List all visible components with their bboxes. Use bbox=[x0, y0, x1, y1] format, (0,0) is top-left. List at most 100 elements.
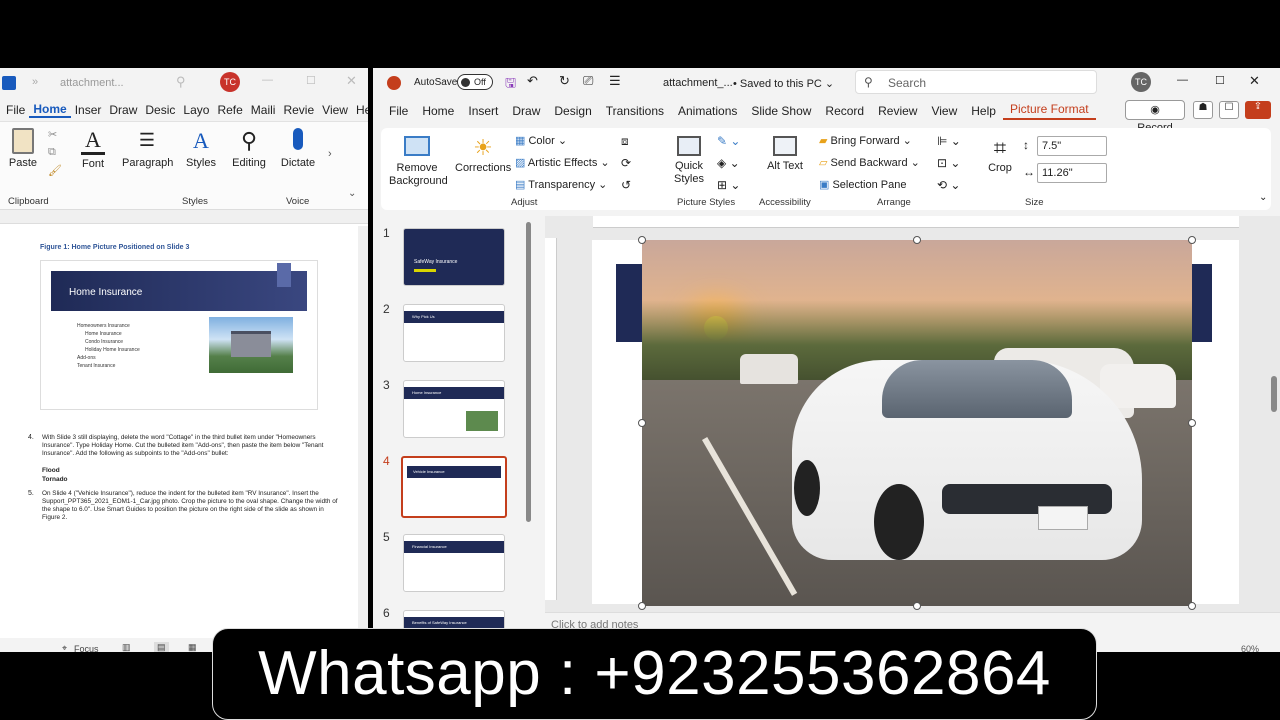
word-scrollbar[interactable] bbox=[358, 226, 368, 636]
alt-text-button[interactable]: Alt Text bbox=[765, 136, 805, 173]
word-close-icon[interactable]: ✕ bbox=[346, 73, 357, 89]
slide-thumbnail-4[interactable]: Vehicle Insurance bbox=[401, 456, 507, 518]
word-maximize-icon[interactable]: ☐ bbox=[306, 74, 316, 87]
print-layout-icon[interactable]: ▤ bbox=[154, 642, 169, 652]
remove-background-button[interactable]: Remove Background bbox=[389, 136, 448, 188]
ppt-tab-slide-show[interactable]: Slide Show bbox=[744, 104, 818, 118]
canvas-scrollbar[interactable] bbox=[1271, 376, 1277, 412]
transparency-button[interactable]: ▤ Transparency ⌄ bbox=[515, 178, 607, 191]
slide-thumbnail-3[interactable]: Home Insurance bbox=[403, 380, 505, 438]
focus-mode-label[interactable]: Focus bbox=[74, 644, 99, 652]
thumbnail-scrollbar[interactable] bbox=[526, 222, 531, 522]
focus-mode-icon[interactable]: ⌖ bbox=[62, 643, 67, 652]
word-avatar[interactable]: TC bbox=[220, 72, 240, 92]
word-tab-layout[interactable]: Layo bbox=[179, 103, 213, 117]
resize-handle-top-right[interactable] bbox=[1188, 236, 1196, 244]
resize-handle-top-left[interactable] bbox=[638, 236, 646, 244]
car-photo[interactable] bbox=[642, 240, 1192, 606]
ribbon-more-icon[interactable]: › bbox=[328, 148, 332, 160]
paragraph-button[interactable]: ☰ Paragraph bbox=[122, 128, 173, 169]
resize-handle-right[interactable] bbox=[1188, 419, 1196, 427]
record-button[interactable]: ◉ Record bbox=[1125, 100, 1185, 134]
autosave-toggle[interactable]: Off bbox=[457, 74, 493, 90]
cut-icon[interactable]: ✂ bbox=[48, 128, 57, 141]
ppt-close-icon[interactable]: ✕ bbox=[1249, 73, 1260, 89]
save-icon[interactable]: 🖫 bbox=[505, 74, 516, 96]
undo-icon[interactable]: ↶ bbox=[527, 73, 538, 89]
ppt-minimize-icon[interactable]: — bbox=[1177, 74, 1188, 86]
color-button[interactable]: ▦ Color ⌄ bbox=[515, 134, 567, 147]
picture-layout-icon[interactable]: ⊞ ⌄ bbox=[717, 178, 740, 192]
word-minimize-icon[interactable]: — bbox=[262, 74, 273, 86]
editing-button[interactable]: ⚲ Editing bbox=[230, 128, 268, 169]
word-tab-design[interactable]: Desic bbox=[141, 103, 179, 117]
word-qat-chevron-icon[interactable]: » bbox=[32, 76, 38, 88]
ppt-tab-review[interactable]: Review bbox=[871, 104, 924, 118]
styles-button[interactable]: A Styles bbox=[184, 128, 218, 169]
ppt-tab-home[interactable]: Home bbox=[415, 104, 461, 118]
web-layout-icon[interactable]: ▦ bbox=[188, 642, 197, 652]
comments-icon[interactable]: ☗ bbox=[1193, 101, 1213, 119]
word-search-icon[interactable]: ⚲ bbox=[176, 74, 186, 90]
group-icon[interactable]: ⊡ ⌄ bbox=[937, 156, 960, 170]
ppt-tab-animations[interactable]: Animations bbox=[671, 104, 744, 118]
word-tab-review[interactable]: Revie bbox=[279, 103, 318, 117]
shape-height-input[interactable]: 7.5" bbox=[1037, 136, 1107, 156]
ppt-tab-record[interactable]: Record bbox=[818, 104, 871, 118]
slide-thumbnail-5[interactable]: Financial Insurance bbox=[403, 534, 505, 592]
ppt-tab-transitions[interactable]: Transitions bbox=[599, 104, 671, 118]
crop-button[interactable]: ⌗ Crop bbox=[985, 136, 1015, 175]
ppt-tab-picture-format[interactable]: Picture Format bbox=[1002, 102, 1096, 120]
picture-effects-icon[interactable]: ◈ ⌄ bbox=[717, 156, 740, 170]
current-slide[interactable] bbox=[592, 236, 1239, 610]
slide-thumbnail-2[interactable]: Why Pick Us bbox=[403, 304, 505, 362]
ppt-avatar[interactable]: TC bbox=[1131, 72, 1151, 92]
word-tab-mailings[interactable]: Maili bbox=[247, 103, 280, 117]
compress-pictures-icon[interactable]: ⧈ bbox=[621, 134, 629, 149]
ppt-search-box[interactable]: ⚲ Search bbox=[855, 70, 1097, 94]
reset-picture-icon[interactable]: ↺ bbox=[621, 178, 631, 192]
change-picture-icon[interactable]: ⟳ bbox=[621, 156, 631, 170]
word-tab-view[interactable]: View bbox=[318, 103, 352, 117]
resize-handle-top[interactable] bbox=[913, 236, 921, 244]
word-app-icon[interactable] bbox=[2, 76, 16, 90]
copy-icon[interactable]: ⧉ bbox=[48, 146, 56, 159]
ppt-app-icon[interactable] bbox=[387, 76, 401, 90]
ribbon-collapse-icon[interactable]: ⌄ bbox=[1259, 192, 1267, 203]
resize-handle-left[interactable] bbox=[638, 419, 646, 427]
shape-width-input[interactable]: 11.26" bbox=[1037, 163, 1107, 183]
chat-icon[interactable]: ☐ bbox=[1219, 101, 1239, 119]
word-tab-help[interactable]: Help bbox=[352, 103, 368, 117]
read-mode-icon[interactable]: ▥ bbox=[122, 642, 131, 652]
ppt-tab-file[interactable]: File bbox=[373, 104, 415, 118]
ppt-tab-design[interactable]: Design bbox=[547, 104, 598, 118]
picture-border-icon[interactable]: ✎ ⌄ bbox=[717, 134, 740, 148]
paste-button[interactable]: Paste bbox=[8, 128, 38, 169]
artistic-effects-button[interactable]: ▨ Artistic Effects ⌄ bbox=[515, 156, 610, 169]
ppt-maximize-icon[interactable]: ☐ bbox=[1215, 74, 1225, 87]
corrections-button[interactable]: ☀ Corrections bbox=[455, 136, 511, 175]
ppt-tab-help[interactable]: Help bbox=[964, 104, 1003, 118]
font-button[interactable]: A Font bbox=[76, 128, 110, 170]
ribbon-collapse-icon[interactable]: ⌄ bbox=[348, 188, 356, 199]
quick-styles-button[interactable]: Quick Styles bbox=[667, 136, 711, 186]
ppt-tab-insert[interactable]: Insert bbox=[461, 104, 505, 118]
word-tab-insert[interactable]: Inser bbox=[71, 103, 106, 117]
ppt-tab-view[interactable]: View bbox=[924, 104, 964, 118]
selection-pane-button[interactable]: ▣ Selection Pane bbox=[819, 178, 906, 191]
rotate-icon[interactable]: ⟲ ⌄ bbox=[937, 178, 960, 192]
slide-thumbnail-1[interactable]: SafeWay Insurance bbox=[403, 228, 505, 286]
resize-handle-bottom-left[interactable] bbox=[638, 602, 646, 610]
share-icon[interactable]: ⇪ bbox=[1245, 101, 1271, 119]
word-tab-file[interactable]: File bbox=[0, 103, 29, 117]
word-tab-home[interactable]: Home bbox=[29, 102, 71, 118]
zoom-level[interactable]: 60% bbox=[1241, 644, 1259, 652]
customize-qat-icon[interactable]: ☰ bbox=[609, 73, 621, 89]
redo-icon[interactable]: ↻ bbox=[559, 73, 570, 89]
format-painter-icon[interactable]: 🖌 bbox=[48, 164, 62, 177]
ppt-tab-draw[interactable]: Draw bbox=[505, 104, 547, 118]
resize-handle-bottom-right[interactable] bbox=[1188, 602, 1196, 610]
word-tab-draw[interactable]: Draw bbox=[105, 103, 141, 117]
word-tab-references[interactable]: Refe bbox=[213, 103, 246, 117]
bring-forward-button[interactable]: ▰ Bring Forward ⌄ bbox=[819, 134, 912, 147]
